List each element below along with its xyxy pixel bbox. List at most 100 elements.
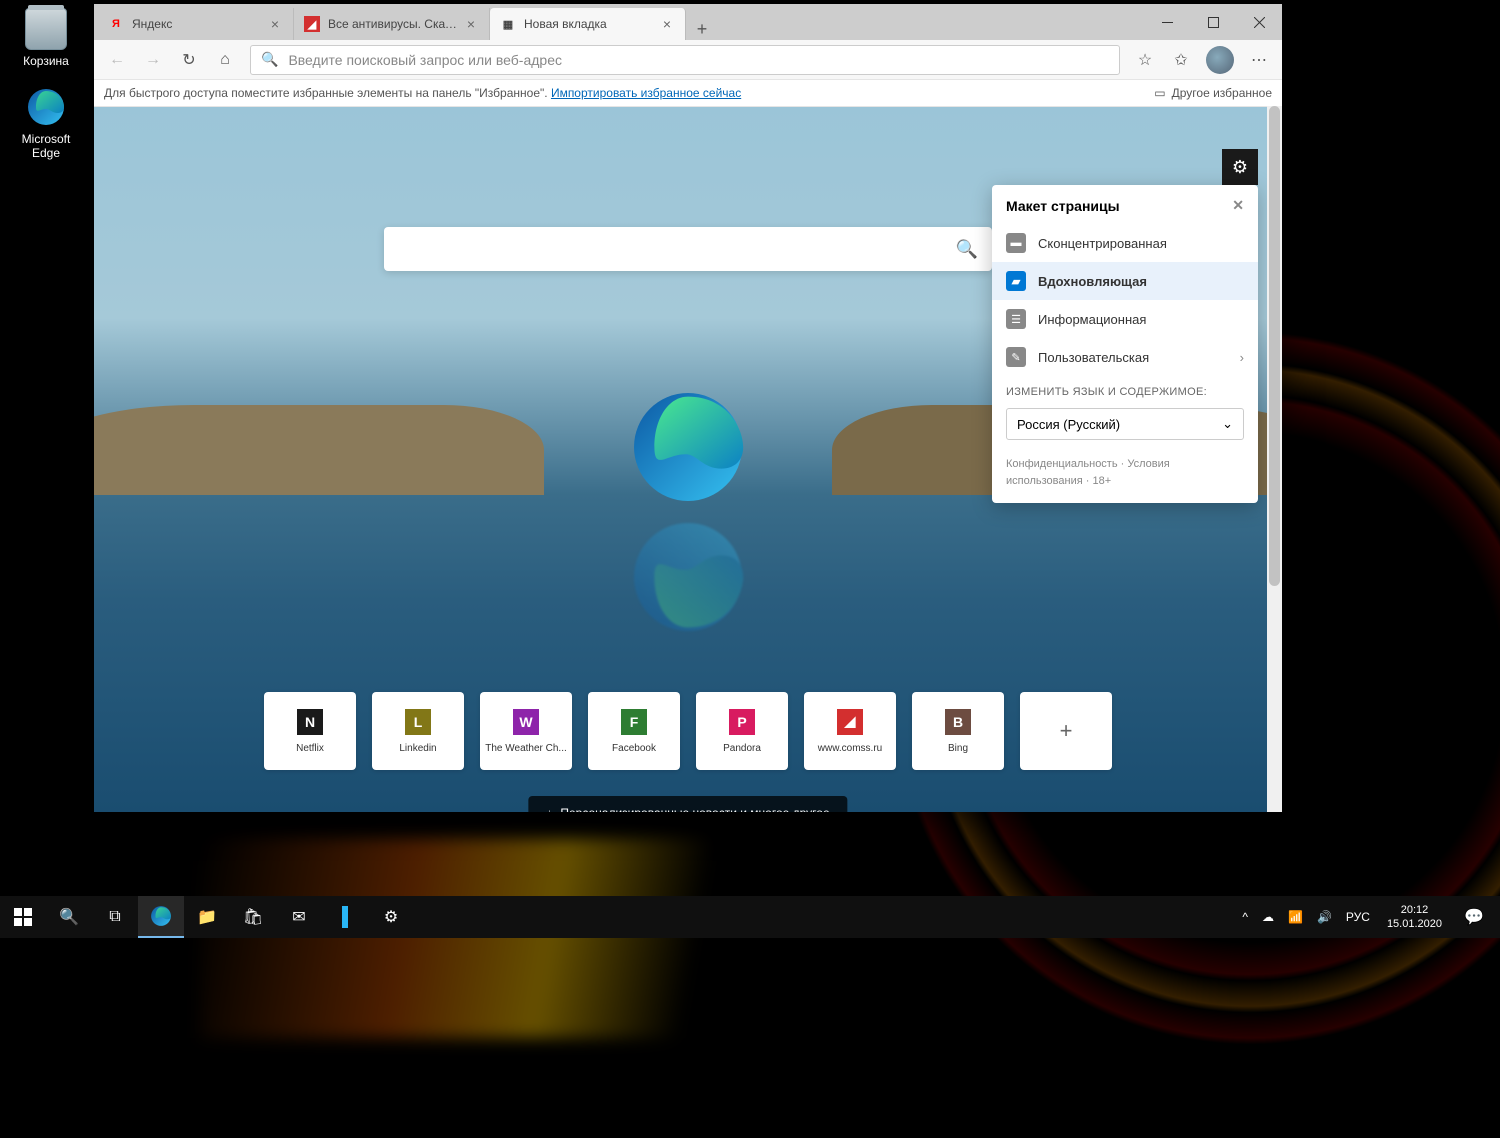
profile-avatar[interactable]	[1206, 46, 1234, 74]
favbar-hint: Для быстрого доступа поместите избранные…	[104, 86, 548, 100]
clock-date: 15.01.2020	[1387, 917, 1442, 931]
minimize-button[interactable]	[1144, 4, 1190, 40]
focused-layout-icon: ▬	[1006, 233, 1026, 253]
tile-label: The Weather Ch...	[483, 743, 569, 754]
language-section-header: ИЗМЕНИТЬ ЯЗЫК И СОДЕРЖИМОЕ:	[992, 376, 1258, 404]
page-settings-button[interactable]: ⚙	[1222, 149, 1258, 185]
tile-weather[interactable]: WThe Weather Ch...	[480, 692, 572, 770]
close-tab-icon[interactable]: ×	[659, 16, 675, 32]
option-label: Вдохновляющая	[1038, 274, 1147, 289]
system-tray: ^ ☁ 📶 🔊 РУС 20:12 15.01.2020 💬	[1235, 896, 1500, 938]
option-label: Сконцентрированная	[1038, 236, 1167, 251]
new-tab-button[interactable]: +	[686, 19, 718, 40]
tile-label: Bing	[915, 743, 1001, 754]
layout-option-focused[interactable]: ▬ Сконцентрированная	[992, 224, 1258, 262]
back-button[interactable]: ←	[100, 43, 134, 77]
page-layout-popup: Макет страницы ✕ ▬ Сконцентрированная ▰ …	[992, 185, 1258, 503]
maximize-button[interactable]	[1190, 4, 1236, 40]
tray-language[interactable]: РУС	[1339, 896, 1377, 938]
taskbar-store[interactable]: 🛍	[230, 896, 276, 938]
tile-netflix[interactable]: NNetflix	[264, 692, 356, 770]
informational-layout-icon: ☰	[1006, 309, 1026, 329]
tile-label: Facebook	[591, 743, 677, 754]
tile-pandora[interactable]: PPandora	[696, 692, 788, 770]
scrollbar-thumb[interactable]	[1269, 106, 1280, 586]
edge-logo	[628, 387, 748, 507]
ntp-search-box[interactable]: 🔍	[384, 227, 992, 271]
edge-browser-window: Я Яндекс × ◢ Все антивирусы. Скачать бес…	[94, 4, 1282, 812]
recycle-bin-icon[interactable]: Корзина	[8, 8, 84, 68]
edge-icon	[25, 86, 67, 128]
address-bar[interactable]: 🔍 Введите поисковый запрос или веб-адрес	[250, 45, 1120, 75]
import-favorites-link[interactable]: Импортировать избранное сейчас	[551, 86, 741, 100]
privacy-link[interactable]: Конфиденциальность	[1006, 458, 1118, 470]
tab-newtab[interactable]: ▦ Новая вкладка ×	[490, 8, 686, 40]
search-icon: 🔍	[956, 239, 978, 260]
popup-footer: Конфиденциальность · Условия использован…	[992, 450, 1258, 489]
news-banner-label: Персонализированные новости и многое дру…	[560, 806, 829, 812]
tile-linkedin[interactable]: LLinkedin	[372, 692, 464, 770]
favorites-hub-button[interactable]: ✩	[1164, 43, 1198, 77]
taskbar-edge[interactable]	[138, 896, 184, 938]
layout-option-custom[interactable]: ✎ Пользовательская ›	[992, 338, 1258, 376]
taskbar-settings[interactable]: ⚙	[368, 896, 414, 938]
tab-antivirus[interactable]: ◢ Все антивирусы. Скачать бесп… ×	[294, 8, 490, 40]
tile-icon: N	[297, 709, 323, 735]
tab-label: Новая вкладка	[524, 17, 659, 31]
home-button[interactable]: ⌂	[208, 43, 242, 77]
window-titlebar: Я Яндекс × ◢ Все антивирусы. Скачать бес…	[94, 4, 1282, 40]
folder-icon: ▭	[1154, 86, 1165, 100]
tray-network-icon[interactable]: 📶	[1281, 896, 1310, 938]
tray-clock[interactable]: 20:12 15.01.2020	[1377, 903, 1452, 932]
menu-button[interactable]: ⋯	[1242, 43, 1276, 77]
taskbar-search-button[interactable]: 🔍	[46, 896, 92, 938]
tile-comss[interactable]: ◢www.comss.ru	[804, 692, 896, 770]
close-window-button[interactable]	[1236, 4, 1282, 40]
action-center-button[interactable]: 💬	[1452, 896, 1496, 938]
taskbar-app1[interactable]	[322, 896, 368, 938]
windows-taskbar: 🔍 ⧉ 📁 🛍 ✉ ⚙ ^ ☁ 📶 🔊 РУС 20:12 15.01.2020…	[0, 896, 1500, 938]
layout-option-informational[interactable]: ☰ Информационная	[992, 300, 1258, 338]
tile-label: Pandora	[699, 743, 785, 754]
newtab-favicon: ▦	[500, 16, 516, 32]
close-tab-icon[interactable]: ×	[267, 16, 283, 32]
tray-expand-icon[interactable]: ^	[1235, 896, 1255, 938]
plus-icon: +	[1060, 718, 1073, 744]
custom-layout-icon: ✎	[1006, 347, 1026, 367]
layout-option-inspirational[interactable]: ▰ Вдохновляющая	[992, 262, 1258, 300]
tile-bing[interactable]: B Bing	[912, 692, 1004, 770]
tab-strip: Я Яндекс × ◢ Все антивирусы. Скачать бес…	[94, 4, 1144, 40]
forward-button[interactable]: →	[136, 43, 170, 77]
clock-time: 20:12	[1387, 903, 1442, 917]
tile-add[interactable]: +	[1020, 692, 1112, 770]
tab-yandex[interactable]: Я Яндекс ×	[98, 8, 294, 40]
other-favorites-button[interactable]: ▭ Другое избранное	[1154, 86, 1272, 100]
inspirational-layout-icon: ▰	[1006, 271, 1026, 291]
recycle-bin-label: Корзина	[8, 54, 84, 68]
bin-icon	[25, 8, 67, 50]
tab-label: Яндекс	[132, 17, 267, 31]
favorites-bar: Для быстрого доступа поместите избранные…	[94, 80, 1282, 107]
tray-volume-icon[interactable]: 🔊	[1310, 896, 1339, 938]
language-select[interactable]: Россия (Русский) ⌄	[1006, 408, 1244, 440]
refresh-button[interactable]: ↻	[172, 43, 206, 77]
chevron-right-icon: ›	[1240, 350, 1244, 365]
favorite-star-button[interactable]: ☆	[1128, 43, 1162, 77]
tile-label: www.comss.ru	[807, 743, 893, 754]
vertical-scrollbar[interactable]	[1267, 106, 1282, 812]
address-placeholder: Введите поисковый запрос или веб-адрес	[288, 52, 562, 68]
taskbar-explorer[interactable]: 📁	[184, 896, 230, 938]
close-tab-icon[interactable]: ×	[463, 16, 479, 32]
tray-onedrive-icon[interactable]: ☁	[1255, 896, 1281, 938]
other-favorites-label: Другое избранное	[1172, 86, 1272, 100]
popup-close-icon[interactable]: ✕	[1232, 197, 1244, 214]
edge-desktop-icon[interactable]: Microsoft Edge	[8, 86, 84, 160]
tile-facebook[interactable]: F Facebook	[588, 692, 680, 770]
tile-icon: B	[945, 709, 971, 735]
tile-icon: F	[621, 709, 647, 735]
task-view-button[interactable]: ⧉	[92, 896, 138, 938]
taskbar-mail[interactable]: ✉	[276, 896, 322, 938]
start-button[interactable]	[0, 896, 46, 938]
popup-title: Макет страницы	[1006, 198, 1120, 214]
news-banner[interactable]: ↓ Персонализированные новости и многое д…	[528, 796, 847, 812]
